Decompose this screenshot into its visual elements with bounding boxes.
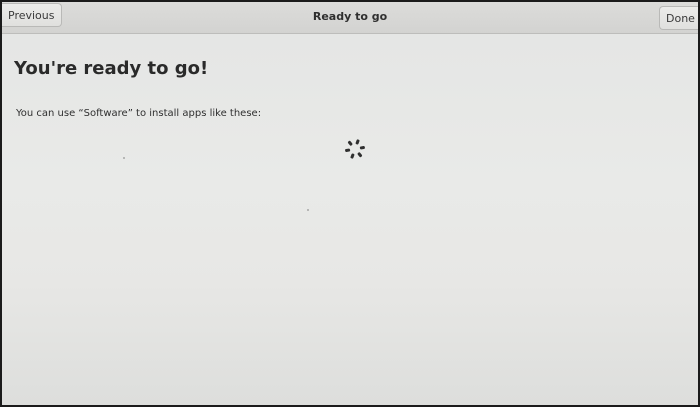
page-title: You're ready to go! bbox=[14, 58, 209, 79]
header-title: Ready to go bbox=[312, 10, 388, 23]
screen-speck bbox=[307, 209, 309, 211]
previous-button[interactable]: Previous bbox=[2, 3, 62, 27]
setup-window: Ready to go Previous Done You're ready t… bbox=[0, 0, 700, 407]
page-subtitle: You can use “Software” to install apps l… bbox=[16, 108, 262, 119]
header-bar: Ready to go Previous Done bbox=[2, 2, 698, 34]
spinner-icon bbox=[345, 139, 365, 159]
screen-speck bbox=[123, 157, 125, 159]
done-button[interactable]: Done bbox=[659, 6, 698, 30]
